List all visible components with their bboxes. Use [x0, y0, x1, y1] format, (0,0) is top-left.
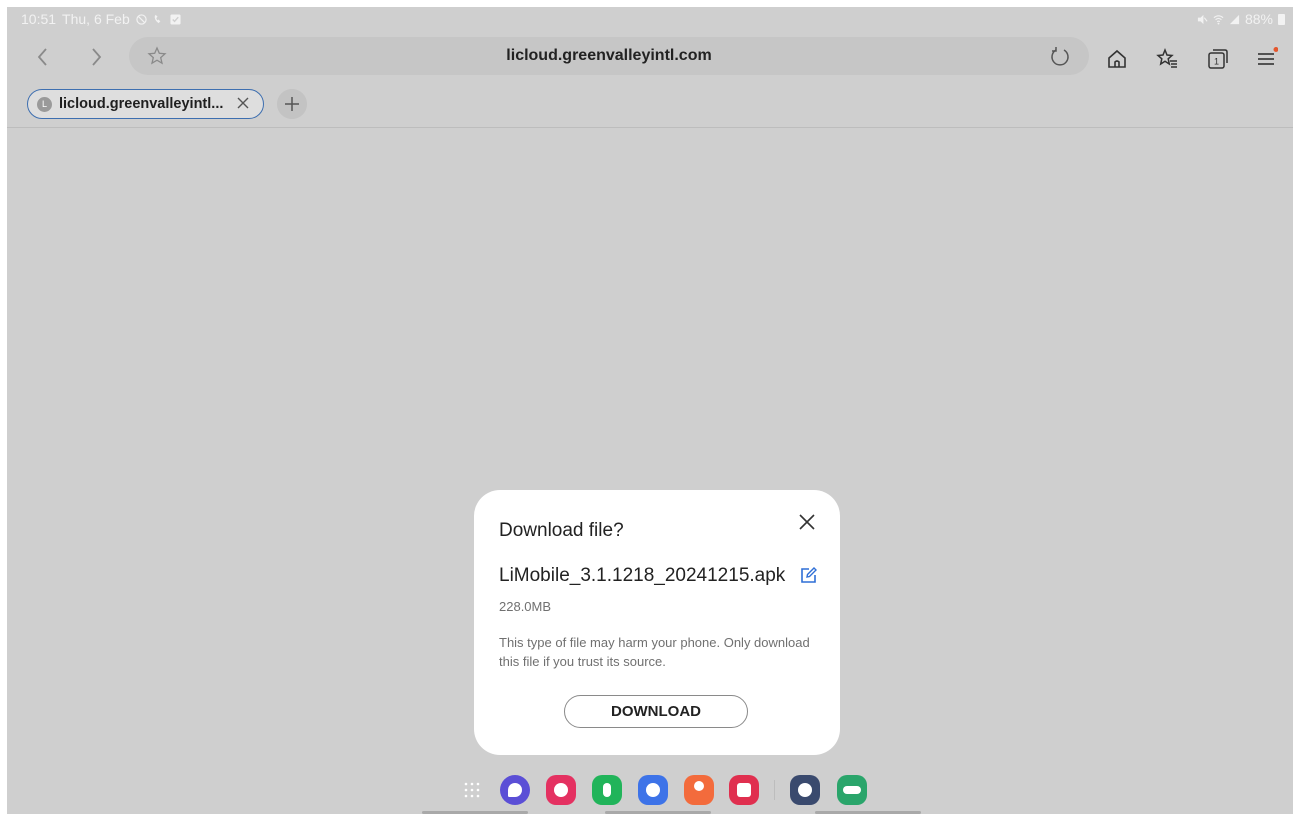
call-icon: [154, 14, 161, 23]
url-text[interactable]: licloud.greenvalleyintl.com: [129, 47, 1089, 65]
battery-percent: 88%: [1244, 11, 1273, 27]
game-icon[interactable]: [837, 775, 867, 805]
messages-icon[interactable]: [638, 775, 668, 805]
phone-icon[interactable]: [592, 775, 622, 805]
tab-close-icon[interactable]: [235, 95, 251, 111]
menu-icon[interactable]: [1254, 47, 1278, 71]
mute-icon: [1197, 14, 1208, 24]
back-icon[interactable]: [29, 43, 57, 71]
dialog-title: Download file?: [499, 520, 624, 541]
warning-text: This type of file may harm your phone. O…: [499, 635, 810, 669]
bookmarks-icon[interactable]: [1155, 47, 1179, 71]
check-notification-icon: [170, 13, 181, 25]
download-button[interactable]: DOWNLOAD: [564, 695, 748, 728]
reload-icon[interactable]: [1049, 45, 1071, 67]
tab-active[interactable]: L licloud.greenvalleyintl...: [27, 89, 264, 119]
flower-icon[interactable]: [546, 775, 576, 805]
signal-icon: [1229, 14, 1240, 24]
app-dock: [7, 772, 1293, 808]
close-icon[interactable]: [797, 512, 817, 532]
dnd-icon: [136, 13, 147, 25]
file-name: LiMobile_3.1.1218_20241215.apk: [499, 565, 786, 586]
forward-icon[interactable]: [82, 43, 110, 71]
contacts-icon[interactable]: [684, 775, 714, 805]
tab-strip: L licloud.greenvalleyintl...: [7, 85, 1293, 128]
status-date: Thu, 6 Feb: [62, 11, 130, 27]
tabs-count: 1: [1214, 57, 1219, 67]
new-tab-button[interactable]: [277, 89, 307, 119]
wifi-icon: [1213, 14, 1224, 25]
tab-favicon: L: [37, 96, 52, 112]
status-bar: 10:51 Thu, 6 Feb 88%: [7, 7, 1293, 31]
camera-icon[interactable]: [729, 775, 759, 805]
tab-title: licloud.greenvalleyintl...: [59, 96, 224, 112]
battery-icon: [1278, 13, 1285, 25]
file-size: 228.0MB: [499, 599, 552, 614]
browser-window: 10:51 Thu, 6 Feb 88% licloud.greenvalley…: [7, 7, 1293, 814]
apps-grid-icon[interactable]: [457, 775, 487, 805]
edit-icon[interactable]: [800, 567, 817, 584]
settings-icon[interactable]: [790, 775, 820, 805]
internet-icon[interactable]: [500, 775, 530, 805]
status-time: 10:51: [21, 11, 57, 27]
home-icon[interactable]: [1105, 47, 1129, 71]
address-bar[interactable]: licloud.greenvalleyintl.com: [129, 37, 1089, 75]
dock-divider: [774, 780, 775, 800]
browser-toolbar: licloud.greenvalleyintl.com 1: [7, 31, 1293, 83]
tabs-icon[interactable]: 1: [1206, 47, 1230, 71]
download-dialog: Download file? LiMobile_3.1.1218_2024121…: [474, 490, 840, 755]
